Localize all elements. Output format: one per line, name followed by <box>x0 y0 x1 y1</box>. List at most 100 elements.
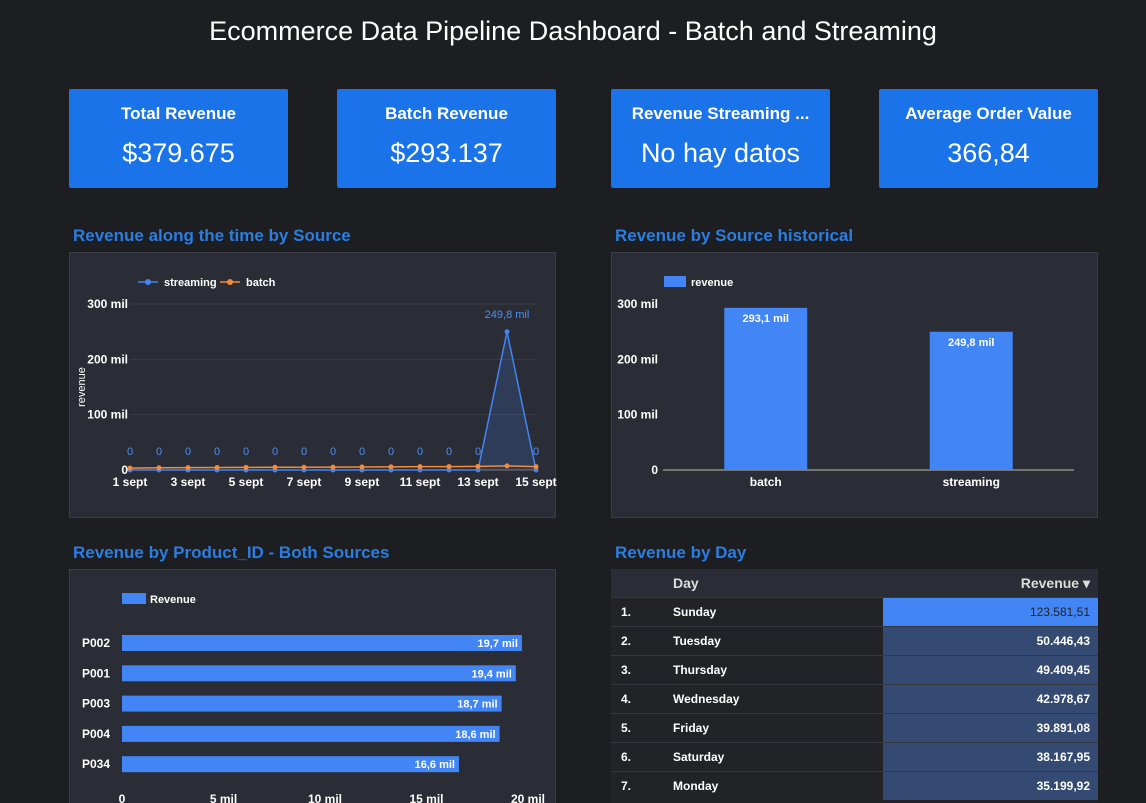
day-cell: Tuesday <box>673 634 721 648</box>
y-tick-label: P001 <box>82 666 110 680</box>
kpi-label: Average Order Value <box>905 104 1072 123</box>
x-tick-label: 15 mil <box>409 792 443 803</box>
y-tick-label: 200 mil <box>617 352 658 366</box>
revenue-cell: 50.446,43 <box>883 627 1098 655</box>
page-title: Ecommerce Data Pipeline Dashboard - Batc… <box>209 16 937 46</box>
revenue-value: 39.891,08 <box>1036 721 1090 735</box>
data-label: 0 <box>127 446 133 458</box>
table-row[interactable]: 6. Saturday 38.167,95 <box>611 742 1098 771</box>
bar-chart-panel[interactable]: revenue 0 100 mil 200 mil 300 mil 293,1 mil ba… <box>611 252 1098 518</box>
data-label: 249,8 mil <box>485 309 530 321</box>
column-header-day[interactable]: Day <box>673 575 883 591</box>
revenue-by-day-table[interactable]: Day Revenue ▾ 1. Sunday 123.581,51 2. Tuesda… <box>611 569 1098 803</box>
point-batch <box>475 463 481 469</box>
bar-P002 <box>122 635 522 651</box>
y-tick-label: 100 mil <box>617 408 658 422</box>
x-tick-label: 7 sept <box>287 475 322 489</box>
revenue-cell: 35.199,92 <box>883 772 1098 800</box>
table-row[interactable]: 4. Wednesday 42.978,67 <box>611 684 1098 713</box>
revenue-cell: 38.167,95 <box>883 743 1098 771</box>
kpi-average-order-value[interactable]: Average Order Value 366,84 <box>879 89 1098 188</box>
point-batch <box>185 465 191 471</box>
section-title-historical: Revenue by Source historical <box>615 226 854 245</box>
data-label: 18,6 mil <box>455 729 495 741</box>
bar-streaming <box>929 331 1013 470</box>
revenue-product-bar-chart[interactable]: Revenue P002 19,7 mil P001 19,4 mil P003 18,7 … <box>70 570 557 803</box>
revenue-source-bar-chart[interactable]: revenue 0 100 mil 200 mil 300 mil 293,1 mil ba… <box>612 253 1099 519</box>
data-label: 0 <box>475 446 481 458</box>
x-tick-label: 9 sept <box>345 475 380 489</box>
x-tick-label: 13 sept <box>457 475 498 489</box>
y-tick-label: P034 <box>82 757 110 771</box>
legend-label-batch: batch <box>246 277 276 289</box>
bar-batch <box>724 307 808 470</box>
table-row[interactable]: 7. Monday 35.199,92 <box>611 771 1098 800</box>
y-tick-label: 100 mil <box>87 408 128 422</box>
x-tick-label: 5 mil <box>210 792 237 803</box>
x-tick-label: streaming <box>943 475 1000 489</box>
bar-P003 <box>122 695 502 712</box>
section-title-product: Revenue by Product_ID - Both Sources <box>73 543 390 562</box>
data-label: 0 <box>301 446 307 458</box>
revenue-value: 35.199,92 <box>1036 779 1090 793</box>
revenue-cell: 123.581,51 <box>883 598 1098 626</box>
data-label: 0 <box>533 446 539 458</box>
column-header-revenue[interactable]: Revenue ▾ <box>883 569 1098 597</box>
point-batch <box>446 464 452 470</box>
table-row[interactable]: 3. Thursday 49.409,45 <box>611 655 1098 684</box>
point-batch <box>504 463 510 469</box>
revenue-value: 123.581,51 <box>1029 605 1090 619</box>
revenue-time-line-chart[interactable]: streaming batch 0 100 mil 200 mil 300 mil reve… <box>70 253 557 519</box>
kpi-value: $293.137 <box>390 138 503 168</box>
y-tick-label: P004 <box>82 727 110 741</box>
table-row[interactable]: 1. Sunday 123.581,51 <box>611 597 1098 626</box>
point-batch <box>127 465 133 471</box>
kpi-revenue-streaming[interactable]: Revenue Streaming ... No hay datos <box>611 89 830 188</box>
kpi-batch-revenue[interactable]: Batch Revenue $293.137 <box>337 89 556 188</box>
bar-P001 <box>122 665 516 682</box>
x-tick-label: 11 sept <box>400 475 441 489</box>
point-batch <box>156 465 162 471</box>
revenue-value: 50.446,43 <box>1036 634 1090 648</box>
revenue-cell: 39.891,08 <box>883 714 1098 742</box>
y-tick-label: 300 mil <box>87 297 128 311</box>
table-row[interactable]: 5. Friday 39.891,08 <box>611 713 1098 742</box>
y-tick-label: 200 mil <box>87 352 128 366</box>
revenue-cell: 49.409,45 <box>883 656 1098 684</box>
revenue-value: 49.409,45 <box>1036 663 1090 677</box>
kpi-value: No hay datos <box>640 138 801 168</box>
x-tick-label: 1 sept <box>113 475 148 489</box>
point-batch <box>214 465 220 471</box>
data-label: 0 <box>185 446 191 458</box>
row-number: 4. <box>621 692 632 706</box>
data-label: 0 <box>156 446 162 458</box>
data-label: 0 <box>330 446 336 458</box>
kpi-total-revenue[interactable]: Total Revenue $379.675 <box>69 89 288 188</box>
section-title-day: Revenue by Day <box>615 543 747 562</box>
data-label: 0 <box>417 446 423 458</box>
point-batch <box>330 464 336 470</box>
table-row[interactable]: 2. Tuesday 50.446,43 <box>611 626 1098 655</box>
x-tick-label: batch <box>750 475 782 489</box>
legend-swatch-revenue <box>122 593 146 604</box>
row-number: 6. <box>621 750 632 764</box>
row-number: 2. <box>621 634 632 648</box>
legend-marker-batch <box>227 279 233 285</box>
data-label: 0 <box>388 446 394 458</box>
data-label: 16,6 mil <box>415 759 455 771</box>
y-tick-label: 0 <box>651 463 658 477</box>
data-label: 18,7 mil <box>457 699 497 711</box>
row-number: 7. <box>621 779 632 793</box>
point-batch <box>359 464 365 470</box>
hbar-chart-panel[interactable]: Revenue P002 19,7 mil P001 19,4 mil P003 18,7 … <box>69 569 556 803</box>
kpi-label: Revenue Streaming ... <box>631 104 810 123</box>
row-number: 3. <box>621 663 632 677</box>
table-header: Day Revenue ▾ <box>611 569 1098 597</box>
section-title-time: Revenue along the time by Source <box>73 226 351 245</box>
kpi-value: 366,84 <box>947 138 1030 168</box>
day-cell: Sunday <box>673 605 717 619</box>
bar-P004 <box>122 725 500 742</box>
legend-label-revenue: Revenue <box>150 594 196 606</box>
line-chart-panel[interactable]: streaming batch 0 100 mil 200 mil 300 mil reve… <box>69 252 557 519</box>
point-batch <box>417 464 423 470</box>
